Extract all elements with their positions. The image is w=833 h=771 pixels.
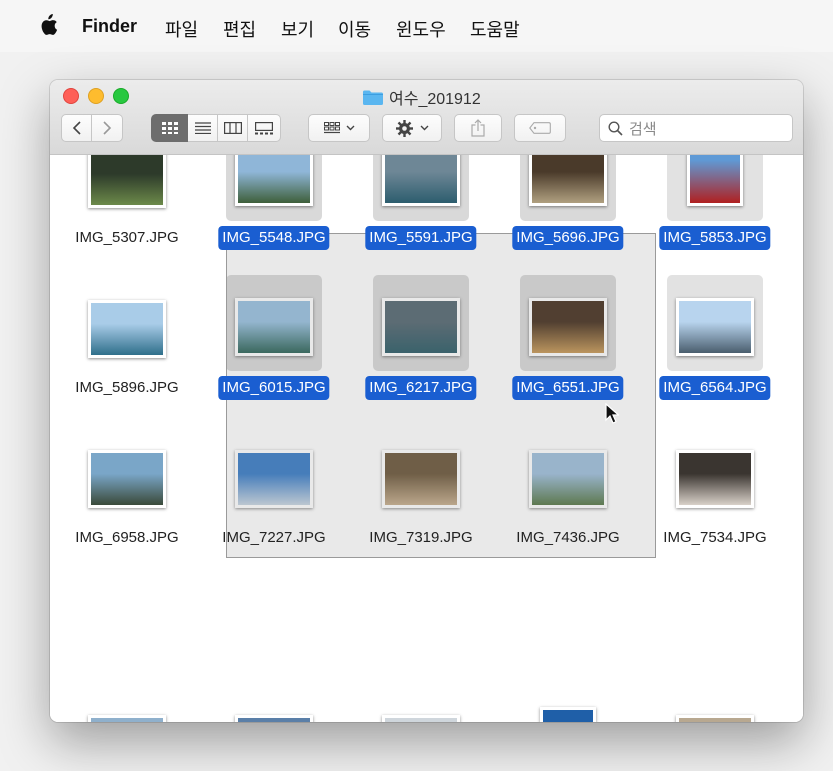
menu-file[interactable]: 파일	[165, 16, 198, 42]
icon-view-button[interactable]	[151, 114, 188, 142]
forward-button[interactable]	[92, 114, 123, 142]
mouse-pointer-icon	[605, 403, 619, 424]
file-name-label[interactable]: IMG_5591.JPG	[365, 226, 477, 250]
file-name-label[interactable]: IMG_6551.JPG	[512, 376, 624, 400]
menu-help[interactable]: 도움말	[470, 16, 520, 42]
file-name-label[interactable]: IMG_6015.JPG	[218, 376, 330, 400]
finder-window: 여수_201912 검색 IMG_5307.JPG IMG_5548.JPG I…	[50, 80, 803, 722]
chevron-down-icon	[420, 125, 428, 131]
file-name-label[interactable]: IMG_5853.JPG	[659, 226, 771, 250]
view-mode-control	[151, 114, 281, 142]
menu-window[interactable]: 윈도우	[396, 16, 446, 42]
file-thumbnail[interactable]	[540, 707, 596, 722]
search-icon	[608, 120, 623, 136]
file-thumbnail[interactable]	[88, 300, 166, 358]
file-name-label[interactable]: IMG_5307.JPG	[71, 226, 182, 250]
file-name-label[interactable]: IMG_7436.JPG	[512, 526, 623, 550]
file-thumbnail[interactable]	[529, 155, 607, 206]
column-view-icon	[223, 122, 242, 134]
share-button[interactable]	[454, 114, 502, 142]
list-view-button[interactable]	[188, 114, 218, 142]
column-view-button[interactable]	[218, 114, 248, 142]
file-thumbnail[interactable]	[676, 450, 754, 508]
share-icon	[471, 119, 485, 137]
group-button[interactable]	[308, 114, 370, 142]
tag-icon	[529, 122, 551, 134]
nav-buttons	[61, 114, 123, 142]
file-thumbnail[interactable]	[382, 715, 460, 722]
folder-icon	[363, 90, 383, 105]
window-title: 여수_201912	[363, 85, 481, 109]
file-thumbnail[interactable]	[235, 155, 313, 206]
menu-view[interactable]: 보기	[281, 16, 314, 42]
file-name-label[interactable]: IMG_6958.JPG	[71, 526, 182, 550]
menu-go[interactable]: 이동	[338, 16, 371, 42]
group-icon	[323, 122, 340, 134]
action-button[interactable]	[382, 114, 442, 142]
file-name-label[interactable]: IMG_5696.JPG	[512, 226, 624, 250]
toolbar: 여수_201912 검색	[50, 80, 803, 155]
file-thumbnail[interactable]	[382, 155, 460, 206]
chevron-right-icon	[103, 121, 112, 135]
menu-bar: Finder 파일 편집 보기 이동 윈도우 도움말	[0, 0, 833, 52]
file-icon-grid: IMG_4922.JPGIMG_4933.JPGIMG_5158.JPGIMG_…	[50, 155, 803, 722]
file-thumbnail[interactable]	[88, 450, 166, 508]
file-name-label[interactable]: IMG_6217.JPG	[365, 376, 477, 400]
gear-icon	[395, 119, 413, 137]
file-name-label[interactable]: IMG_6564.JPG	[659, 376, 771, 400]
apple-menu-icon[interactable]	[38, 14, 58, 36]
file-thumbnail[interactable]	[676, 715, 754, 722]
file-name-label[interactable]: IMG_7319.JPG	[365, 526, 476, 550]
menu-finder[interactable]: Finder	[82, 16, 137, 37]
tag-button[interactable]	[514, 114, 566, 142]
close-button[interactable]	[63, 88, 79, 104]
file-name-label[interactable]: IMG_5548.JPG	[218, 226, 330, 250]
back-button[interactable]	[61, 114, 92, 142]
search-field[interactable]: 검색	[599, 114, 793, 142]
list-view-icon	[194, 122, 211, 134]
chevron-down-icon	[346, 125, 354, 131]
minimize-button[interactable]	[88, 88, 104, 104]
window-title-text: 여수_201912	[389, 91, 481, 108]
file-thumbnail[interactable]	[676, 298, 754, 356]
file-name-label[interactable]: IMG_7227.JPG	[218, 526, 329, 550]
icon-view-icon	[161, 122, 178, 134]
file-thumbnail[interactable]	[88, 715, 166, 722]
file-thumbnail[interactable]	[235, 715, 313, 722]
menu-edit[interactable]: 편집	[223, 16, 256, 42]
chevron-left-icon	[72, 121, 81, 135]
file-name-label[interactable]: IMG_5896.JPG	[71, 376, 182, 400]
file-thumbnail[interactable]	[88, 155, 166, 208]
search-placeholder: 검색	[629, 120, 657, 138]
file-name-label[interactable]: IMG_7534.JPG	[659, 526, 770, 550]
file-thumbnail[interactable]	[687, 155, 743, 206]
zoom-button[interactable]	[113, 88, 129, 104]
gallery-view-button[interactable]	[248, 114, 281, 142]
gallery-view-icon	[255, 121, 273, 134]
